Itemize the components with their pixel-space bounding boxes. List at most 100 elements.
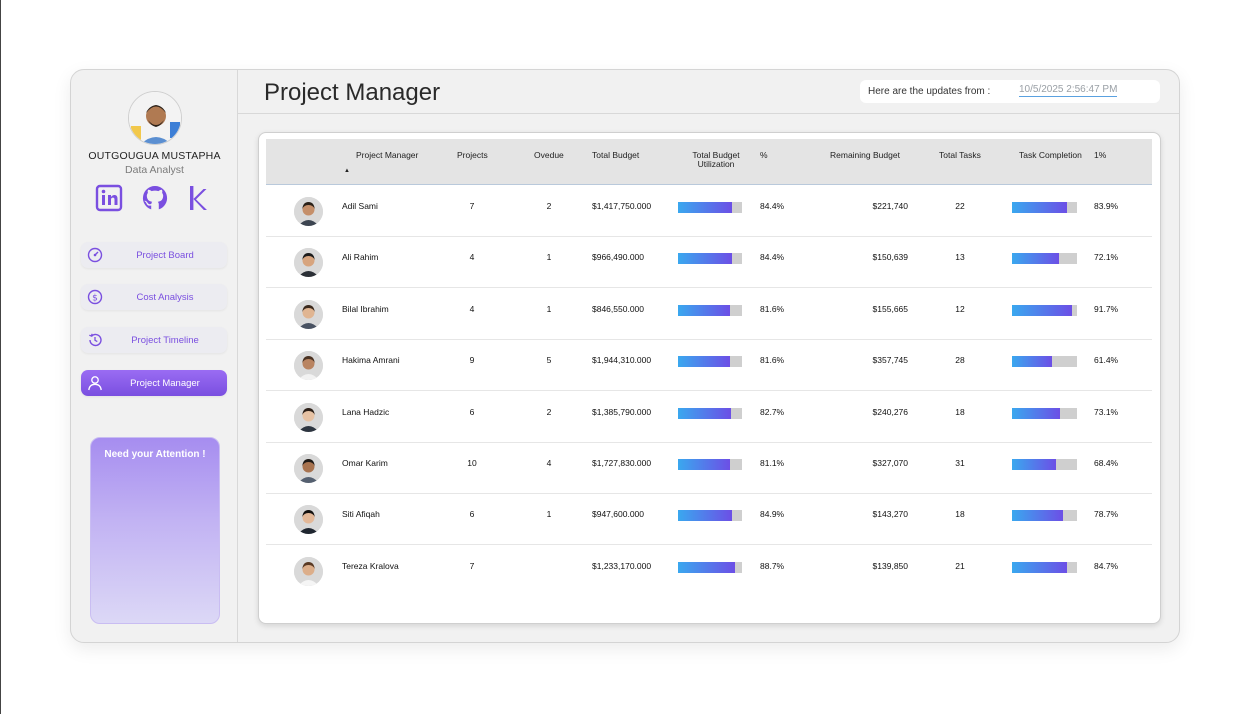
linkedin-icon[interactable] — [95, 184, 123, 212]
manager-name: Ali Rahim — [342, 252, 379, 263]
col-percent[interactable]: % — [760, 151, 768, 160]
utilization-bar — [678, 459, 742, 470]
utilization-percent: 84.9% — [760, 509, 785, 520]
completion-percent: 78.7% — [1094, 509, 1119, 520]
table-row[interactable]: Siti Afiqah 6 1 $947,600.000 84.9% $143,270 18… — [266, 494, 1152, 546]
table-row[interactable]: Hakima Amrani 9 5 $1,944,310.000 81.6% $357,7… — [266, 340, 1152, 392]
overdue-count: 4 — [546, 458, 552, 468]
manager-photo — [294, 197, 323, 226]
nav-label: Project Board — [136, 250, 194, 261]
total-tasks: 18 — [955, 406, 965, 417]
github-icon[interactable] — [141, 184, 169, 212]
remaining-budget: $150,639 — [872, 252, 908, 263]
utilization-bar-fill — [678, 253, 733, 265]
sidebar: OUTGOUGUA MUSTAPHA Data Analyst Project … — [71, 70, 238, 642]
nav-label: Cost Analysis — [136, 292, 194, 303]
completion-bar — [1012, 459, 1077, 470]
table-row[interactable]: Lana Hadzic 6 2 $1,385,790.000 82.7% $240,276… — [266, 392, 1152, 443]
col-project-manager[interactable]: Project Manager — [356, 151, 418, 160]
total-budget: $1,417,750.000 — [592, 201, 652, 211]
utilization-percent: 81.6% — [760, 303, 785, 314]
window-edge — [0, 0, 1, 714]
utilization-bar-fill — [678, 407, 731, 419]
utilization-bar-fill — [678, 356, 731, 368]
utilization-bar — [678, 253, 742, 265]
manager-name: Lana Hadzic — [342, 406, 390, 417]
table-row[interactable]: Tereza Kralova 7 $1,233,170.000 88.7% $139,8… — [266, 546, 1152, 597]
projects-count: 4 — [469, 252, 475, 263]
completion-percent: 72.1% — [1094, 252, 1119, 263]
dashboard-window: OUTGOUGUA MUSTAPHA Data Analyst Project … — [70, 69, 1180, 643]
completion-percent: 73.1% — [1094, 406, 1119, 417]
total-tasks: 21 — [955, 560, 965, 571]
nav-project-timeline[interactable]: Project Timeline — [81, 327, 227, 353]
manager-name: Adil Sami — [342, 201, 378, 211]
manager-name: Tereza Kralova — [342, 560, 399, 571]
profile-role: Data Analyst — [125, 164, 184, 176]
col-total-tasks[interactable]: Total Tasks — [939, 151, 981, 160]
col-budget-utilization[interactable]: Total Budget Utilization — [686, 151, 746, 169]
completion-bar-fill — [1012, 459, 1057, 470]
projects-count: 10 — [467, 458, 477, 468]
col-task-completion[interactable]: Task Completion — [1019, 151, 1082, 160]
completion-bar-fill — [1012, 407, 1060, 419]
nav-project-board[interactable]: Project Board — [81, 242, 227, 268]
remaining-budget: $139,850 — [872, 560, 908, 571]
table-row[interactable]: Bilal Ibrahim 4 1 $846,550.000 81.6% $155,665… — [266, 289, 1152, 340]
projects-count: 7 — [469, 201, 475, 211]
total-budget: $966,490.000 — [592, 252, 644, 263]
remaining-budget: $357,745 — [872, 355, 908, 366]
col-percent-2[interactable]: 1% — [1094, 151, 1106, 160]
utilization-percent: 88.7% — [760, 560, 785, 571]
overdue-count: 5 — [546, 355, 552, 366]
completion-bar — [1012, 356, 1077, 368]
col-total-budget[interactable]: Total Budget — [592, 151, 639, 160]
completion-bar — [1012, 304, 1077, 316]
avatar — [128, 91, 182, 145]
person-icon — [88, 376, 102, 391]
table-row[interactable]: Ali Rahim 4 1 $966,490.000 84.4% $150,639 13 72… — [266, 237, 1152, 289]
utilization-bar — [678, 304, 742, 316]
remaining-budget: $240,276 — [872, 406, 908, 417]
manager-name: Siti Afiqah — [342, 509, 380, 520]
attention-panel: Need your Attention ! — [90, 437, 220, 624]
projects-count: 7 — [469, 560, 475, 571]
completion-bar — [1012, 253, 1077, 265]
table-row[interactable]: Omar Karim 10 4 $1,727,830.000 81.1% $327,070… — [266, 443, 1152, 494]
nav-cost-analysis[interactable]: $ Cost Analysis — [81, 284, 227, 310]
utilization-bar-fill — [678, 561, 735, 573]
manager-photo — [294, 556, 323, 586]
kaggle-icon[interactable] — [185, 184, 213, 212]
completion-bar-fill — [1012, 561, 1068, 573]
gauge-icon — [87, 247, 103, 263]
completion-percent: 83.9% — [1094, 201, 1119, 211]
manager-photo — [294, 299, 323, 329]
manager-photo — [294, 402, 323, 432]
table-row[interactable]: Adil Sami 7 2 $1,417,750.000 84.4% $221,740 22… — [266, 186, 1152, 237]
col-projects[interactable]: Projects — [457, 151, 488, 160]
completion-bar-fill — [1012, 202, 1067, 213]
col-overdue[interactable]: Ovedue — [534, 151, 564, 160]
total-budget: $1,233,170.000 — [592, 560, 652, 571]
completion-percent: 84.7% — [1094, 560, 1119, 571]
remaining-budget: $155,665 — [872, 303, 908, 314]
completion-bar-fill — [1012, 510, 1064, 522]
page-title: Project Manager — [264, 79, 441, 106]
utilization-bar — [678, 356, 742, 368]
manager-photo — [294, 248, 323, 278]
sort-arrow-icon[interactable]: ▲ — [344, 168, 350, 174]
utilization-bar-fill — [678, 304, 731, 316]
overdue-count: 2 — [546, 406, 552, 417]
profile-name: OUTGOUGUA MUSTAPHA — [88, 150, 221, 162]
col-remaining-budget[interactable]: Remaining Budget — [830, 151, 900, 160]
completion-bar-fill — [1012, 356, 1052, 368]
update-timestamp: 10/5/2025 2:56:47 PM — [1019, 84, 1118, 97]
total-budget: $947,600.000 — [592, 509, 644, 520]
utilization-bar — [678, 407, 742, 419]
completion-bar — [1012, 510, 1077, 522]
nav-project-manager[interactable]: Project Manager — [81, 370, 227, 396]
projects-count: 9 — [469, 355, 475, 366]
overdue-count: 1 — [546, 509, 552, 520]
completion-percent: 68.4% — [1094, 458, 1119, 468]
utilization-percent: 82.7% — [760, 406, 785, 417]
